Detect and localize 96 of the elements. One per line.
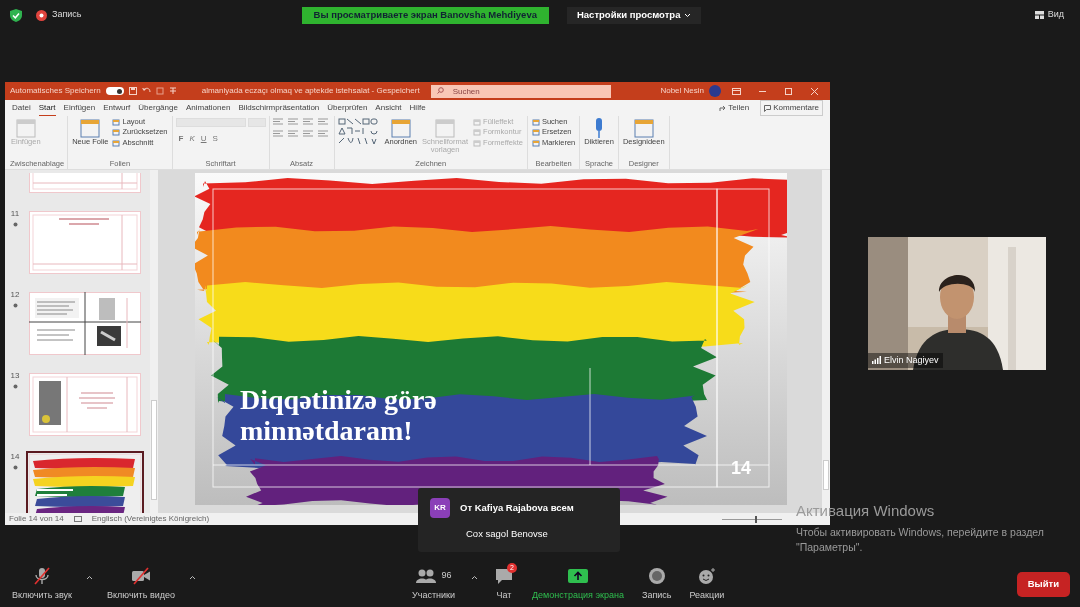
slide-thumbnail[interactable] xyxy=(26,451,144,513)
window-icon xyxy=(633,118,654,138)
window-icon xyxy=(112,128,121,137)
lines-icon[interactable] xyxy=(287,118,298,125)
toolbar-button[interactable]: Демонстрация экрана xyxy=(528,566,628,603)
slide-number: 11 xyxy=(10,208,20,220)
ribbon-tab[interactable]: Entwurf xyxy=(103,101,131,115)
language-label: Englisch (Vereinigtes Königreich) xyxy=(91,513,210,525)
window-icon xyxy=(80,118,101,138)
notes-icon[interactable] xyxy=(73,516,82,522)
ribbon-tab[interactable]: Start xyxy=(38,100,56,116)
shield-icon[interactable] xyxy=(10,8,22,22)
caret-button[interactable] xyxy=(469,575,480,581)
lines-icon[interactable] xyxy=(302,118,313,125)
ribbon-tab[interactable]: Hilfe xyxy=(409,101,426,115)
caret-icon xyxy=(684,12,692,18)
window-icon xyxy=(732,87,741,95)
caret-icon xyxy=(471,575,478,581)
window-icon xyxy=(473,138,482,147)
ribbon-tab[interactable]: Übergänge xyxy=(138,101,178,115)
save-icon[interactable] xyxy=(128,87,137,95)
lines-icon[interactable] xyxy=(287,130,298,137)
participant-name: Elvin Nagiyev xyxy=(884,353,939,367)
slide-thumbnail[interactable] xyxy=(26,370,144,439)
toolbar-button[interactable]: Запись xyxy=(637,566,676,603)
search-field[interactable]: Suchen xyxy=(430,84,611,98)
slide-number: 14 xyxy=(10,451,20,463)
undo-icon[interactable] xyxy=(141,87,151,95)
chat-notification[interactable]: KR От Kafiya Rajabova всем Cox sagol Benovse xyxy=(418,488,620,552)
slide-number: 13 xyxy=(10,370,20,382)
toolbar-button[interactable]: Включить звук xyxy=(8,566,77,603)
slide-title: Diqqətinizə görə minnətdaram! xyxy=(240,385,438,447)
share-button[interactable]: Teilen xyxy=(716,101,753,115)
window-icon xyxy=(435,118,456,138)
slide-thumbnail[interactable] xyxy=(26,289,144,358)
format-button[interactable]: K xyxy=(186,133,198,145)
toolbar-button[interactable]: 96 Участники xyxy=(408,566,459,603)
slide-thumbnail[interactable] xyxy=(26,208,144,277)
slide-number: 12 xyxy=(10,289,20,301)
participant-count: 96 xyxy=(441,569,452,582)
toolbar-button[interactable]: Включить видео xyxy=(103,566,179,603)
autosave-label: Automatisches Speichern xyxy=(10,85,101,97)
chat-message: Cox sagol Benovse xyxy=(466,527,549,541)
format-button[interactable]: S xyxy=(209,133,221,145)
lines-icon[interactable] xyxy=(272,130,283,137)
window-icon xyxy=(15,118,36,138)
ribbon-tab[interactable]: Einfügen xyxy=(63,101,96,115)
square-icon[interactable] xyxy=(155,87,164,95)
avatar-icon[interactable] xyxy=(709,85,721,97)
view-options-button[interactable]: Настройки просмотра xyxy=(566,6,702,24)
lines-icon[interactable] xyxy=(317,130,328,137)
view-button[interactable]: Вид xyxy=(1028,7,1070,23)
signal-icon xyxy=(872,356,881,365)
caret-icon xyxy=(189,575,196,581)
lines-icon[interactable] xyxy=(302,130,313,137)
autosave-toggle[interactable] xyxy=(105,87,124,95)
window-icon xyxy=(112,138,121,147)
window-icon xyxy=(473,128,482,137)
ribbon-tab[interactable]: Animationen xyxy=(185,101,231,115)
format-button[interactable]: F xyxy=(175,133,187,145)
ribbon-tab[interactable]: Bildschirmpräsentation xyxy=(238,101,320,115)
leave-button[interactable]: Выйти xyxy=(1016,572,1070,597)
search-icon xyxy=(436,87,444,94)
sender-avatar: KR xyxy=(430,498,450,518)
document-title: almaniyada eczaçı olmaq ve aptekde istehsalat - Gespeichert xyxy=(201,85,420,97)
record-icon xyxy=(36,9,47,21)
lines-icon[interactable] xyxy=(317,118,328,125)
window-icon xyxy=(112,118,121,127)
share-banner: Вы просматриваете экран Banovsha Mehdiyeva xyxy=(301,6,549,24)
window-icon xyxy=(531,118,540,127)
comments-button[interactable]: Kommentare xyxy=(760,100,823,116)
comment-icon xyxy=(764,104,772,112)
window-icon xyxy=(473,118,482,127)
recording-label: Запись xyxy=(52,8,82,22)
caret-button[interactable] xyxy=(187,575,198,581)
window-icon xyxy=(531,128,540,137)
microphone-icon xyxy=(594,118,605,138)
ribbon-tab[interactable]: Datei xyxy=(12,101,31,115)
window-icon xyxy=(531,138,540,147)
ribbon-tab[interactable]: Ansicht xyxy=(375,101,402,115)
activation-message: Чтобы активировать Windows, перейдите в раздел "Параметры". xyxy=(796,524,1045,555)
user-name: Nobel Nesin xyxy=(660,85,704,97)
toolbar-button[interactable]: Реакции xyxy=(685,566,729,603)
format-button[interactable]: U xyxy=(197,133,210,145)
slide-position: Folie 14 von 14 xyxy=(9,513,64,525)
share-icon xyxy=(719,104,727,112)
close-icon xyxy=(810,87,819,95)
lines-icon[interactable] xyxy=(272,118,283,125)
maximize-icon xyxy=(784,87,793,95)
slide-page-number: 14 xyxy=(731,457,752,480)
slide-thumbnail[interactable] xyxy=(26,170,144,196)
sender-label: От Kafiya Rajabova всем xyxy=(460,500,574,515)
caret-icon xyxy=(86,575,94,581)
window-icon xyxy=(390,118,411,138)
grid-icon xyxy=(1034,11,1044,19)
ribbon-tab[interactable]: Überprüfen xyxy=(327,101,368,115)
